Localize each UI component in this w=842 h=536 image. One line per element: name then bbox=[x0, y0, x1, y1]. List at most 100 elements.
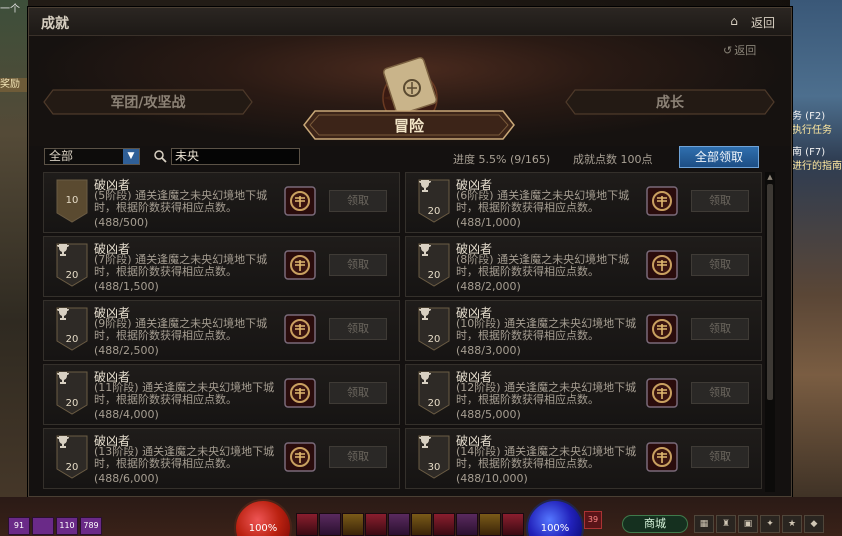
reward-emblem-icon[interactable] bbox=[646, 186, 678, 216]
claim-button[interactable]: 领取 bbox=[329, 318, 387, 340]
grid-icon[interactable]: ▦ bbox=[694, 515, 714, 533]
scroll-up-arrow-icon[interactable]: ▲ bbox=[765, 172, 775, 182]
achievement-progress: (488/1,500) bbox=[94, 280, 159, 293]
sub-back-button[interactable]: ↺ 返回 bbox=[723, 42, 756, 58]
claim-button[interactable]: 领取 bbox=[691, 190, 749, 212]
bottom-hud: 91 110 789 100% 100% 39 商城 ▦ ♜ ▣ ✦ ★ ◆ bbox=[0, 497, 842, 536]
reward-emblem-icon[interactable] bbox=[284, 442, 316, 472]
badge-points: 20 bbox=[427, 206, 441, 217]
reward-emblem-icon[interactable] bbox=[284, 250, 316, 280]
skill-bar bbox=[296, 513, 525, 536]
hud-slot[interactable]: 91 bbox=[8, 517, 30, 535]
right-quest-text: 务 (F2) 执行任务 南 (F7) 进行的指南 bbox=[792, 110, 842, 174]
trophy-icon bbox=[419, 372, 431, 384]
guide-line[interactable]: 南 (F7) bbox=[792, 146, 842, 160]
achievement-card: 20 破凶者 (12阶段) 通关逢魔之未央幻境地下城时，根据阶数获得相应点数。 (48… bbox=[405, 364, 762, 425]
achievement-desc: (7阶段) 通关逢魔之未央幻境地下城时，根据阶数获得相应点数。 bbox=[94, 253, 268, 278]
achievement-card: 20 破凶者 (10阶段) 通关逢魔之未央幻境地下城时，根据阶数获得相应点数。 (48… bbox=[405, 300, 762, 361]
achievement-desc: (5阶段) 通关逢魔之未央幻境地下城时，根据阶数获得相应点数。 bbox=[94, 189, 268, 214]
claim-button[interactable]: 领取 bbox=[329, 382, 387, 404]
inventory-icon[interactable]: ▣ bbox=[738, 515, 758, 533]
guide-line[interactable]: 进行的指南 bbox=[792, 160, 842, 174]
skill-slot[interactable] bbox=[433, 513, 456, 536]
skill-slot[interactable] bbox=[387, 513, 410, 536]
badge-points: 20 bbox=[65, 462, 79, 473]
chevron-down-icon[interactable]: ▼ bbox=[123, 149, 139, 164]
tab-adventure[interactable]: 冒险 bbox=[303, 110, 515, 140]
hud-menu-icons: ▦ ♜ ▣ ✦ ★ ◆ bbox=[694, 515, 824, 533]
search-icon bbox=[154, 150, 167, 163]
achievement-window: 成就 ⌂ 返回 ↺ 返回 军团/攻坚战 成长 冒险 全部 ▼ 未央 进度 5.5… bbox=[28, 7, 792, 497]
skill-slot[interactable] bbox=[502, 513, 525, 536]
quest-line[interactable]: 务 (F2) bbox=[792, 110, 842, 124]
mp-orb: 100% bbox=[526, 499, 584, 536]
reward-emblem-icon[interactable] bbox=[646, 442, 678, 472]
level-badge: 39 bbox=[584, 511, 602, 529]
titlebar[interactable]: 成就 ⌂ 返回 bbox=[29, 8, 791, 36]
reward-emblem-icon[interactable] bbox=[284, 378, 316, 408]
achievement-list: 10 破凶者 (5阶段) 通关逢魔之未央幻境地下城时，根据阶数获得相应点数。 (488… bbox=[43, 172, 763, 492]
tab-legion-raid[interactable]: 军团/攻坚战 bbox=[43, 89, 253, 115]
hud-left-slots: 91 110 789 bbox=[8, 517, 102, 535]
skill-slot[interactable] bbox=[341, 513, 364, 536]
scroll-thumb[interactable] bbox=[767, 184, 773, 400]
quest-line[interactable]: 执行任务 bbox=[792, 124, 842, 138]
trophy-icon bbox=[419, 436, 431, 448]
reward-emblem-icon[interactable] bbox=[646, 314, 678, 344]
reward-emblem-icon[interactable] bbox=[284, 314, 316, 344]
reward-emblem-icon[interactable] bbox=[646, 378, 678, 408]
badge-points: 20 bbox=[427, 334, 441, 345]
claim-button[interactable]: 领取 bbox=[329, 254, 387, 276]
claim-button[interactable]: 领取 bbox=[691, 382, 749, 404]
skill-slot[interactable] bbox=[318, 513, 341, 536]
trophy-icon bbox=[57, 308, 69, 320]
skill-slot[interactable] bbox=[456, 513, 479, 536]
achievement-desc: (8阶段) 通关逢魔之未央幻境地下城时，根据阶数获得相应点数。 bbox=[456, 253, 630, 278]
claim-button[interactable]: 领取 bbox=[329, 190, 387, 212]
claim-all-button[interactable]: 全部领取 bbox=[679, 146, 759, 168]
claim-button[interactable]: 领取 bbox=[329, 446, 387, 468]
skill-icon[interactable]: ✦ bbox=[760, 515, 780, 533]
tab-growth[interactable]: 成长 bbox=[565, 89, 775, 115]
search-input[interactable]: 未央 bbox=[171, 148, 300, 165]
tab-growth-label: 成长 bbox=[656, 95, 684, 111]
claim-button[interactable]: 领取 bbox=[691, 318, 749, 340]
home-icon[interactable]: ⌂ bbox=[727, 14, 741, 28]
trophy-icon bbox=[57, 372, 69, 384]
hud-slot[interactable]: 789 bbox=[80, 517, 102, 535]
skill-slot[interactable] bbox=[296, 513, 318, 536]
back-button[interactable]: 返回 bbox=[751, 14, 775, 31]
list-scrollbar[interactable]: ▲ bbox=[765, 172, 775, 492]
trophy-icon bbox=[419, 308, 431, 320]
achievement-progress: (488/6,000) bbox=[94, 472, 159, 485]
achievement-points-text: 成就点数 100点 bbox=[573, 153, 653, 166]
hud-slot[interactable] bbox=[32, 517, 54, 535]
claim-button[interactable]: 领取 bbox=[691, 446, 749, 468]
shield-icon[interactable]: ◆ bbox=[804, 515, 824, 533]
hud-slot[interactable]: 110 bbox=[56, 517, 78, 535]
achievement-desc: (12阶段) 通关逢魔之未央幻境地下城时，根据阶数获得相应点数。 bbox=[456, 381, 637, 406]
skill-slot[interactable] bbox=[410, 513, 433, 536]
achievement-progress: (488/500) bbox=[94, 216, 149, 229]
hp-orb: 100% bbox=[234, 499, 292, 536]
character-icon[interactable]: ♜ bbox=[716, 515, 736, 533]
achievement-desc: (10阶段) 通关逢魔之未央幻境地下城时，根据阶数获得相应点数。 bbox=[456, 317, 637, 342]
badge-points: 20 bbox=[65, 334, 79, 345]
achievement-desc: (14阶段) 通关逢魔之未央幻境地下城时，根据阶数获得相应点数。 bbox=[456, 445, 637, 470]
trophy-icon bbox=[419, 180, 431, 192]
skill-slot[interactable] bbox=[364, 513, 387, 536]
star-icon[interactable]: ★ bbox=[782, 515, 802, 533]
progress-text: 进度 5.5% (9/165) bbox=[453, 153, 551, 166]
achievement-card: 20 破凶者 (9阶段) 通关逢魔之未央幻境地下城时，根据阶数获得相应点数。 (488… bbox=[43, 300, 400, 361]
skill-slot[interactable] bbox=[479, 513, 502, 536]
badge-points: 20 bbox=[65, 270, 79, 281]
trophy-icon bbox=[57, 244, 69, 256]
category-select[interactable]: 全部 ▼ bbox=[44, 148, 140, 165]
shop-button[interactable]: 商城 bbox=[622, 515, 688, 533]
achievement-progress: (488/1,000) bbox=[456, 216, 521, 229]
claim-button[interactable]: 领取 bbox=[691, 254, 749, 276]
category-select-value: 全部 bbox=[49, 149, 74, 163]
points-badge: 20 bbox=[56, 307, 88, 351]
reward-emblem-icon[interactable] bbox=[646, 250, 678, 280]
reward-emblem-icon[interactable] bbox=[284, 186, 316, 216]
